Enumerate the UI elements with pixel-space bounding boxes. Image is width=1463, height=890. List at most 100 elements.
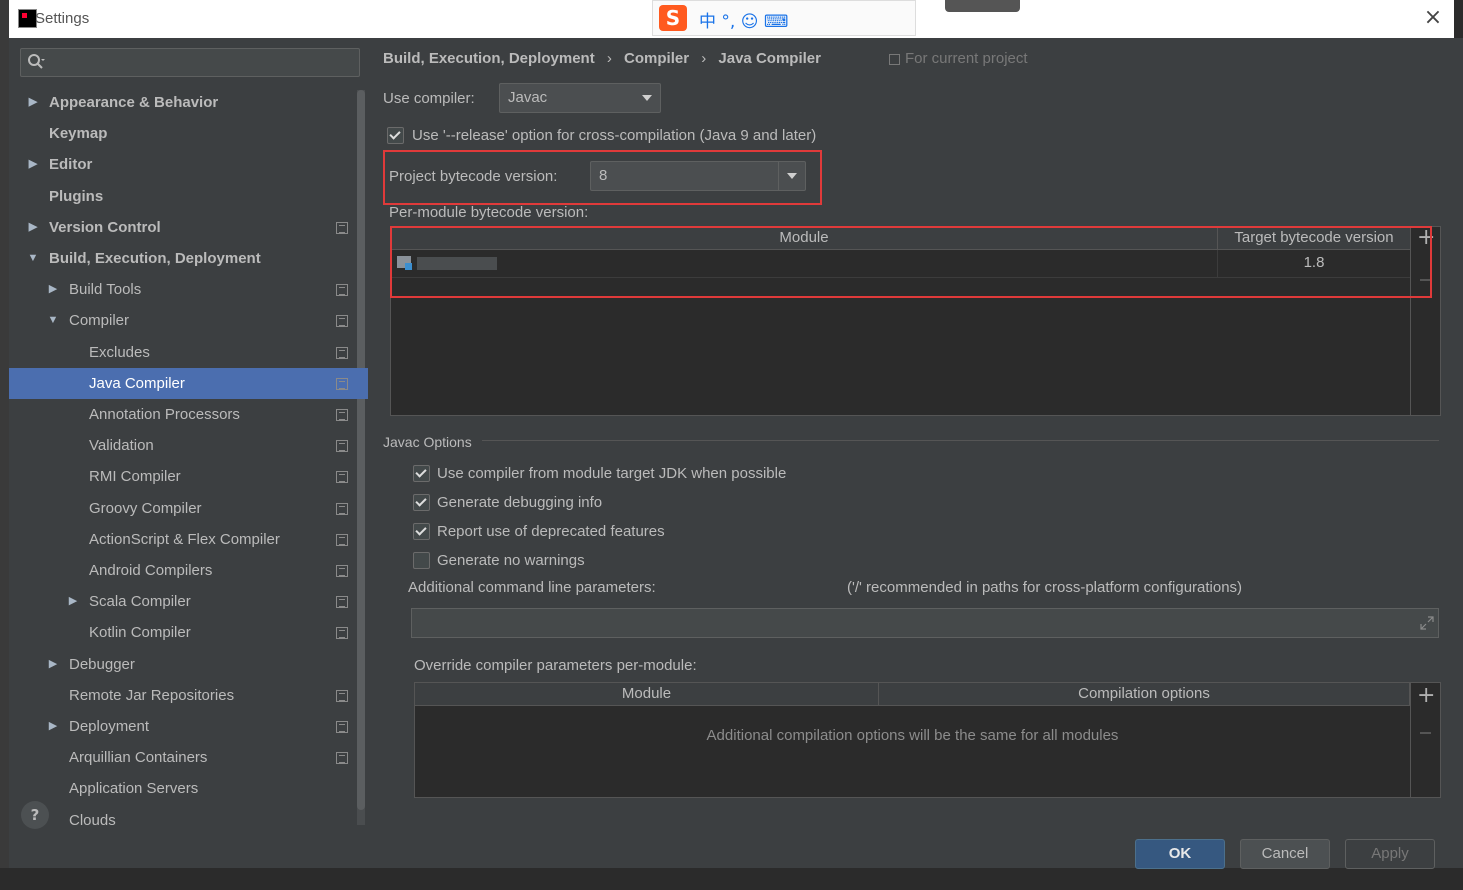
- empty-table-text: Additional compilation options will be t…: [706, 727, 1119, 744]
- sidebar-item-label: Annotation Processors: [89, 406, 240, 423]
- release-option-label: Use '--release' option for cross-compila…: [412, 127, 817, 144]
- collapse-arrow-icon[interactable]: ▶: [67, 586, 79, 617]
- combo-divider: [778, 162, 779, 190]
- add-icon[interactable]: +: [1417, 683, 1435, 708]
- sidebar-item-label: Excludes: [89, 343, 150, 361]
- sidebar-item-label: Application Servers: [69, 780, 199, 798]
- sidebar-item-version-control[interactable]: ▶ Version Control: [9, 212, 368, 243]
- sidebar-item-label: Build Tools: [69, 281, 142, 299]
- project-scope-icon: [336, 596, 348, 609]
- sidebar-item-build-execution-deployment[interactable]: ▼ Build, Execution, Deployment: [9, 243, 368, 274]
- help-button[interactable]: ?: [21, 801, 49, 829]
- sidebar-item-excludes[interactable]: Excludes: [9, 337, 368, 368]
- use-compiler-label: Use compiler:: [383, 90, 475, 107]
- settings-tree: ▶ Appearance & Behavior Keymap ▶ Editor Plugi…: [9, 38, 368, 828]
- column-header-module[interactable]: Module: [415, 683, 879, 706]
- debugging-info-checkbox[interactable]: [413, 494, 430, 511]
- sidebar-item-label: Editor: [49, 156, 93, 174]
- project-scope-icon: [336, 533, 348, 546]
- ime-mode-icons[interactable]: 中 °, ☺ ⌨: [699, 7, 788, 32]
- collapse-arrow-icon[interactable]: ▶: [47, 711, 59, 742]
- sidebar-item-label: Kotlin Compiler: [89, 624, 191, 642]
- collapse-arrow-icon[interactable]: ▶: [27, 212, 39, 243]
- project-scope-icon: [336, 502, 348, 515]
- dialog-footer: [9, 828, 1454, 868]
- project-bytecode-select[interactable]: 8: [590, 161, 806, 191]
- project-bytecode-value: 8: [599, 167, 608, 184]
- no-warnings-checkbox[interactable]: [413, 552, 430, 569]
- project-scope-icon: [336, 315, 348, 328]
- ime-logo-icon[interactable]: S: [659, 5, 687, 31]
- close-icon[interactable]: ×: [1421, 6, 1445, 30]
- sidebar-item-label: Groovy Compiler: [89, 499, 202, 517]
- project-scope-icon: [336, 346, 348, 359]
- sidebar-item-application-servers[interactable]: Application Servers: [9, 773, 368, 804]
- javac-options-title: Javac Options: [383, 434, 472, 450]
- per-module-label: Per-module bytecode version:: [389, 204, 589, 221]
- additional-params-hint: ('/' recommended in paths for cross-plat…: [847, 579, 1243, 596]
- sidebar-item-deployment[interactable]: ▶ Deployment: [9, 711, 368, 742]
- ok-button[interactable]: OK: [1135, 839, 1225, 869]
- sidebar-item-java-compiler[interactable]: Java Compiler: [9, 367, 368, 399]
- sidebar-item-label: Keymap: [49, 125, 108, 143]
- sidebar-item-label: Arquillian Containers: [69, 749, 208, 767]
- breadcrumb-item: Compiler: [624, 50, 690, 67]
- window-title: Settings: [35, 10, 90, 27]
- column-header-compilation-options[interactable]: Compilation options: [879, 683, 1410, 706]
- chevron-down-icon: [642, 95, 652, 101]
- sidebar-item-compiler[interactable]: ▼ Compiler: [9, 305, 368, 336]
- sidebar-item-keymap[interactable]: Keymap: [9, 118, 368, 149]
- project-scope-icon: [336, 752, 348, 765]
- bottom-edge: [0, 868, 1463, 890]
- expand-icon[interactable]: [1420, 616, 1434, 630]
- settings-sidebar: ▶ Appearance & Behavior Keymap ▶ Editor Plugi…: [9, 38, 369, 828]
- sidebar-item-android-compilers[interactable]: Android Compilers: [9, 555, 368, 586]
- sidebar-item-label: Clouds: [69, 811, 116, 828]
- sidebar-item-remote-jar-repositories[interactable]: Remote Jar Repositories: [9, 680, 368, 711]
- use-compiler-select[interactable]: Javac: [499, 83, 661, 113]
- settings-content: Build, Execution, Deployment › Compiler …: [369, 38, 1454, 828]
- project-scope-icon: [336, 221, 348, 234]
- sidebar-item-label: Validation: [89, 437, 154, 455]
- no-warnings-label: Generate no warnings: [437, 552, 585, 569]
- sidebar-item-clouds[interactable]: Clouds: [9, 805, 368, 828]
- sidebar-item-actionscript-flex-compiler[interactable]: ActionScript & Flex Compiler: [9, 524, 368, 555]
- table-toolbar-divider: [1410, 683, 1411, 797]
- override-table[interactable]: Module Compilation options Additional co…: [414, 682, 1441, 798]
- sidebar-item-editor[interactable]: ▶ Editor: [9, 149, 368, 180]
- deprecated-checkbox[interactable]: [413, 523, 430, 540]
- sidebar-item-debugger[interactable]: ▶ Debugger: [9, 649, 368, 680]
- sidebar-item-scala-compiler[interactable]: ▶ Scala Compiler: [9, 586, 368, 617]
- expand-arrow-icon[interactable]: ▼: [47, 305, 59, 336]
- sidebar-item-label: Android Compilers: [89, 562, 213, 579]
- deprecated-label: Report use of deprecated features: [437, 523, 665, 540]
- sidebar-item-annotation-processors[interactable]: Annotation Processors: [9, 399, 368, 430]
- sidebar-item-label: Scala Compiler: [89, 593, 191, 611]
- sidebar-item-kotlin-compiler[interactable]: Kotlin Compiler: [9, 617, 368, 648]
- sidebar-item-appearance-behavior[interactable]: ▶ Appearance & Behavior: [9, 87, 368, 118]
- additional-params-label: Additional command line parameters:: [408, 579, 656, 596]
- expand-arrow-icon[interactable]: ▼: [27, 243, 39, 274]
- project-scope-icon: [336, 471, 348, 484]
- apply-button[interactable]: Apply: [1345, 839, 1435, 869]
- project-bytecode-label: Project bytecode version:: [389, 168, 558, 185]
- cancel-button[interactable]: Cancel: [1240, 839, 1330, 869]
- sidebar-item-plugins[interactable]: Plugins: [9, 181, 368, 212]
- collapse-arrow-icon[interactable]: ▶: [27, 87, 39, 118]
- sidebar-item-validation[interactable]: Validation: [9, 430, 368, 461]
- sidebar-item-label: Debugger: [69, 655, 135, 673]
- collapse-arrow-icon[interactable]: ▶: [47, 274, 59, 305]
- sidebar-item-rmi-compiler[interactable]: RMI Compiler: [9, 461, 368, 492]
- additional-params-input[interactable]: [411, 608, 1439, 638]
- ime-toolbar[interactable]: S 中 °, ☺ ⌨: [652, 0, 916, 36]
- sidebar-item-label: Remote Jar Repositories: [69, 686, 235, 704]
- collapse-arrow-icon[interactable]: ▶: [47, 649, 59, 680]
- use-target-jdk-checkbox[interactable]: [413, 465, 430, 482]
- collapse-arrow-icon[interactable]: ▶: [27, 149, 39, 180]
- sidebar-item-arquillian-containers[interactable]: Arquillian Containers: [9, 742, 368, 773]
- sidebar-item-groovy-compiler[interactable]: Groovy Compiler: [9, 493, 368, 524]
- sidebar-item-build-tools[interactable]: ▶ Build Tools: [9, 274, 368, 305]
- release-option-checkbox[interactable]: [387, 127, 404, 144]
- breadcrumb-item: Build, Execution, Deployment: [383, 50, 595, 67]
- remove-icon[interactable]: [1420, 732, 1431, 734]
